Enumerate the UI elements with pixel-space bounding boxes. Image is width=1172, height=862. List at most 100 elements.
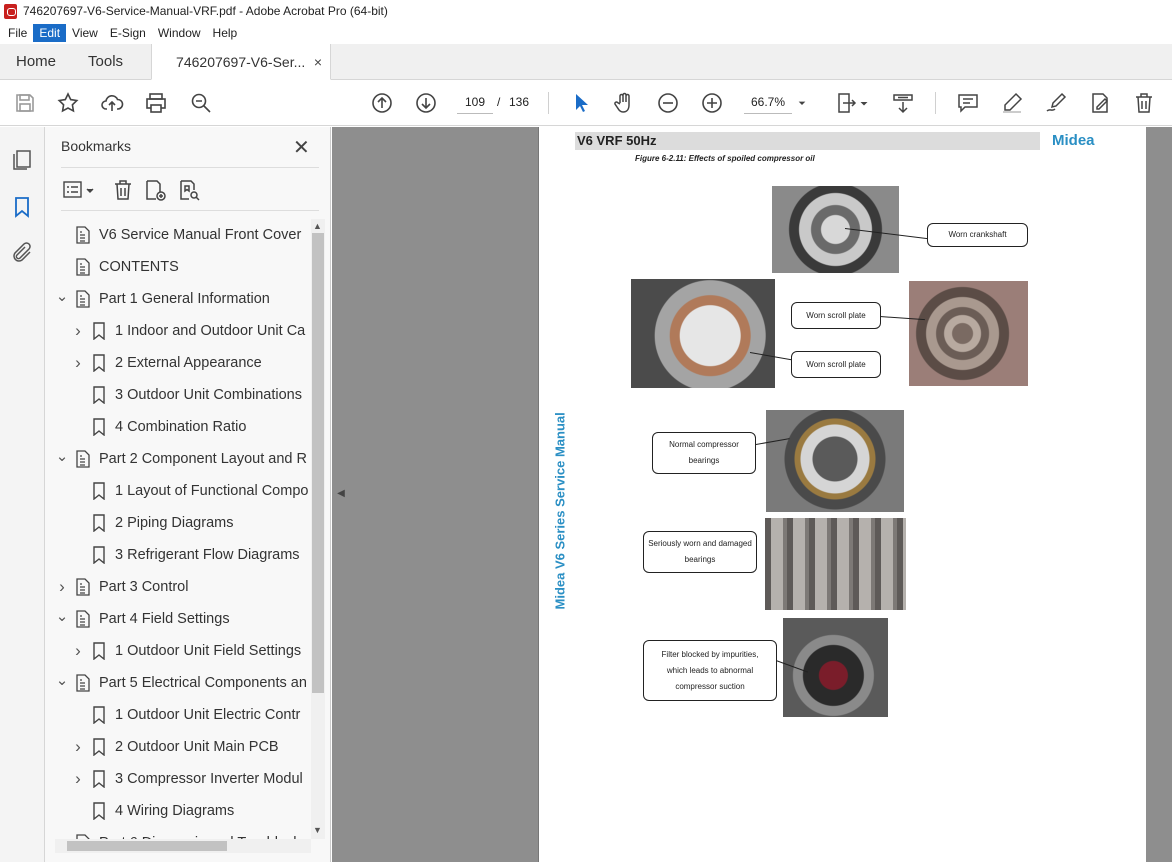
scroll-up-arrow-icon[interactable]: ▲ (313, 221, 322, 231)
page-fit-icon[interactable] (834, 90, 860, 116)
bookmark-label: 1 Outdoor Unit Electric Contr (115, 707, 301, 723)
expand-chevron-down-icon[interactable]: ⌄ (55, 287, 69, 305)
bookmark-page-icon (75, 578, 91, 596)
print-icon[interactable] (143, 90, 169, 116)
menu-window[interactable]: Window (152, 24, 207, 42)
bookmark-item[interactable]: ⌄ Part 4 Field Settings (55, 603, 311, 635)
side-title: Midea V6 Series Service Manual (552, 412, 568, 610)
bookmark-page-icon (75, 610, 91, 628)
expand-chevron-right-icon[interactable]: › (71, 737, 85, 757)
menu-edit[interactable]: Edit (33, 24, 67, 42)
scrollbar-thumb[interactable] (312, 233, 324, 693)
save-icon[interactable] (12, 90, 38, 116)
expand-chevron-right-icon[interactable]: › (71, 353, 85, 373)
highlight-pen-icon[interactable] (999, 90, 1025, 116)
bookmark-item[interactable]: › 1 Outdoor Unit Field Settings (71, 635, 311, 667)
tab-document[interactable]: 746207697-V6-Ser... × (151, 44, 332, 80)
bookmark-page-icon (75, 258, 91, 276)
bookmark-item[interactable]: 1 Layout of Functional Compo (71, 475, 311, 507)
menu-file[interactable]: File (2, 24, 33, 42)
bookmark-item[interactable]: Part 6 Diagnosis and Troubleshooting (55, 827, 311, 839)
expand-chevron-right-icon[interactable]: › (71, 321, 85, 341)
page-thumbnails-icon[interactable] (10, 148, 34, 172)
expand-chevron-down-icon[interactable]: ⌄ (55, 447, 69, 465)
zoom-in-icon[interactable] (699, 90, 725, 116)
bookmark-item[interactable]: 3 Refrigerant Flow Diagrams (71, 539, 311, 571)
tab-document-label: 746207697-V6-Ser... (176, 53, 306, 70)
bookmark-item[interactable]: 4 Wiring Diagrams (71, 795, 311, 827)
bookmark-item[interactable]: › 2 External Appearance (71, 347, 311, 379)
bookmark-label: 2 Piping Diagrams (115, 515, 234, 531)
tab-tools[interactable]: Tools (72, 44, 139, 79)
bookmark-icon (91, 354, 107, 373)
callout-worn-scroll-plate-1: Worn scroll plate (791, 302, 881, 329)
previous-page-icon[interactable] (369, 90, 395, 116)
bookmark-item[interactable]: ⌄ Part 5 Electrical Components an (55, 667, 311, 699)
hand-tool-icon[interactable] (611, 90, 637, 116)
bookmark-item[interactable]: ⌄ Part 2 Component Layout and R (55, 443, 311, 475)
bookmark-label: 3 Outdoor Unit Combinations (115, 387, 302, 403)
attachments-paperclip-icon[interactable] (10, 241, 34, 265)
bookmark-page-icon (75, 450, 91, 468)
expand-chevron-right-icon[interactable]: › (71, 769, 85, 789)
acrobat-pdf-icon (4, 3, 17, 19)
callout-worn-scroll-plate-2: Worn scroll plate (791, 351, 881, 378)
bookmarks-panel-icon[interactable] (10, 195, 34, 219)
bookmarks-vertical-scrollbar[interactable]: ▲ ▼ (311, 219, 325, 839)
bookmark-icon (91, 802, 107, 821)
bookmark-item[interactable]: 4 Combination Ratio (71, 411, 311, 443)
bookmark-item[interactable]: 2 Piping Diagrams (71, 507, 311, 539)
sign-pen-icon[interactable] (1043, 90, 1069, 116)
expand-chevron-right-icon[interactable]: › (71, 641, 85, 661)
bookmark-item[interactable]: CONTENTS (55, 251, 311, 283)
select-cursor-icon[interactable] (568, 90, 594, 116)
expand-chevron-down-icon[interactable]: ⌄ (55, 671, 69, 689)
callout-worn-crankshaft: Worn crankshaft (927, 223, 1028, 247)
bookmark-item[interactable]: › 2 Outdoor Unit Main PCB (71, 731, 311, 763)
star-icon[interactable] (55, 90, 81, 116)
page-separator: / (497, 95, 501, 109)
delete-trash-icon[interactable] (1131, 90, 1157, 116)
bookmark-item[interactable]: › Part 3 Control (55, 571, 311, 603)
page-number-input[interactable]: 109 (457, 90, 493, 114)
collapse-panel-icon[interactable]: ◀ (332, 475, 350, 511)
bookmarks-title: Bookmarks (61, 138, 132, 154)
menu-help[interactable]: Help (207, 24, 244, 42)
zoom-search-icon[interactable] (188, 90, 214, 116)
scroll-mode-icon[interactable] (890, 90, 916, 116)
zoom-out-icon[interactable] (655, 90, 681, 116)
zoom-dropdown-icon[interactable] (794, 90, 810, 116)
crankshaft-photo (772, 186, 899, 273)
upload-cloud-icon[interactable] (99, 90, 125, 116)
expand-chevron-down-icon[interactable]: ⌄ (55, 607, 69, 625)
tab-close-icon[interactable]: × (314, 54, 322, 70)
delete-bookmark-icon[interactable] (111, 178, 135, 202)
find-bookmark-icon[interactable] (177, 178, 201, 202)
zoom-level-input[interactable]: 66.7% (744, 90, 792, 114)
bookmark-label: 4 Combination Ratio (115, 419, 247, 435)
callout-damaged-bearings: Seriously worn and damaged bearings (643, 531, 757, 573)
bookmark-item[interactable]: ⌄ Part 1 General Information (55, 283, 311, 315)
menu-view[interactable]: View (66, 24, 104, 42)
bookmark-options-icon[interactable] (63, 178, 97, 202)
scrollbar-thumb[interactable] (67, 841, 227, 851)
bookmarks-horizontal-scrollbar[interactable] (55, 839, 311, 853)
bookmarks-close-icon[interactable]: ✕ (293, 135, 310, 160)
bookmarks-panel: Bookmarks ✕ V6 Service Manual Front Cove… (45, 127, 331, 862)
bookmark-item[interactable]: › 1 Indoor and Outdoor Unit Ca (71, 315, 311, 347)
scroll-down-arrow-icon[interactable]: ▼ (313, 825, 322, 835)
next-page-icon[interactable] (413, 90, 439, 116)
bookmark-item[interactable]: V6 Service Manual Front Cover (55, 219, 311, 251)
bookmark-page-icon (75, 226, 91, 244)
menu-esign[interactable]: E-Sign (104, 24, 152, 42)
bookmark-item[interactable]: 3 Outdoor Unit Combinations (71, 379, 311, 411)
comment-icon[interactable] (955, 90, 981, 116)
new-bookmark-icon[interactable] (143, 178, 167, 202)
page-fit-dropdown-icon[interactable] (858, 90, 870, 116)
tab-home[interactable]: Home (0, 44, 72, 79)
window-title: 746207697-V6-Service-Manual-VRF.pdf - Ad… (23, 4, 388, 18)
bookmark-item[interactable]: 1 Outdoor Unit Electric Contr (71, 699, 311, 731)
expand-chevron-right-icon[interactable]: › (55, 577, 69, 597)
bookmark-item[interactable]: › 3 Compressor Inverter Modul (71, 763, 311, 795)
edit-document-icon[interactable] (1087, 90, 1113, 116)
